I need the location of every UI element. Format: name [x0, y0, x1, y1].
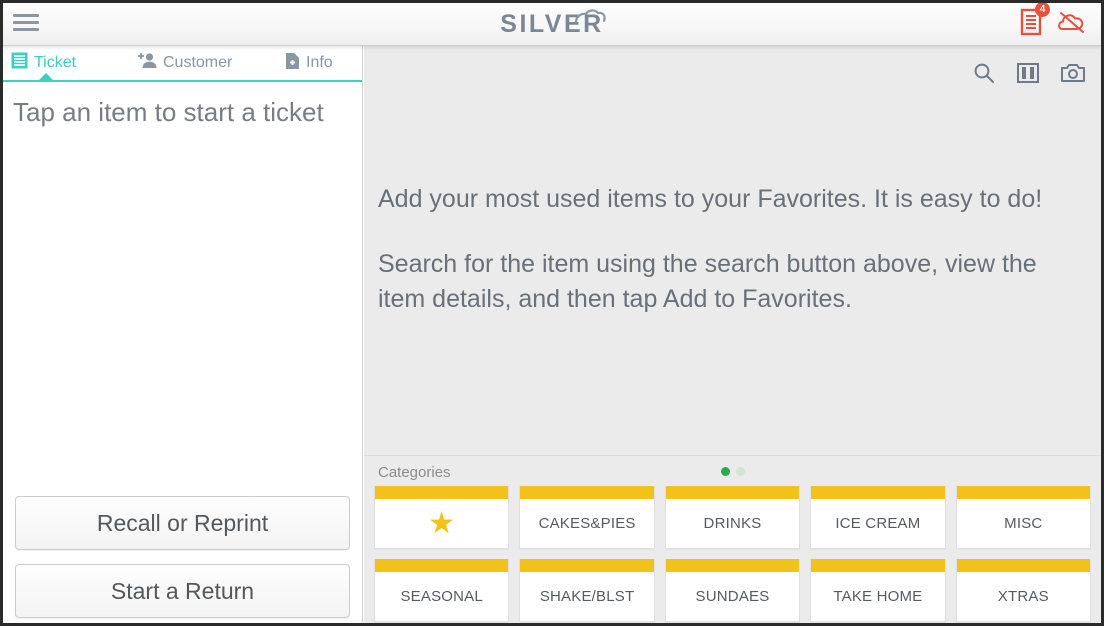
add-person-icon	[137, 52, 157, 74]
category-tile-label: MISC	[1004, 515, 1043, 532]
category-tile-label: SEASONAL	[400, 588, 483, 605]
category-tile-ice-cream[interactable]: ICE CREAM	[810, 486, 946, 549]
app-logo-text: SILVER	[500, 10, 604, 38]
cloud-icon	[573, 8, 607, 29]
category-color-strip	[956, 486, 1090, 499]
category-tile-label: CAKES&PIES	[538, 515, 636, 532]
category-tile-cakes-pies[interactable]: CAKES&PIES	[519, 486, 655, 549]
pos-app-window: SILVER 4 Ticket Customer Info Tap an ite…	[0, 0, 1104, 626]
ticket-empty-hint: Tap an item to start a ticket	[13, 97, 324, 127]
category-tile-label: SHAKE/BLST	[539, 588, 635, 605]
receipt-count-badge: 4	[1035, 3, 1050, 17]
category-color-strip	[811, 559, 945, 572]
tab-info[interactable]: Info	[285, 46, 333, 80]
category-color-strip	[956, 559, 1090, 572]
categories-section: Categories ★ CAKES&PIES DRINKS ICE CREAM…	[364, 455, 1101, 623]
category-tile-shake-blst[interactable]: SHAKE/BLST	[519, 559, 655, 622]
categories-header: Categories	[364, 456, 1101, 486]
category-color-strip	[665, 486, 800, 499]
category-tile-drinks[interactable]: DRINKS	[664, 486, 801, 549]
star-icon: ★	[428, 506, 456, 540]
tab-customer-label: Customer	[163, 54, 233, 71]
recall-or-reprint-button[interactable]: Recall or Reprint	[15, 496, 350, 550]
tab-ticket[interactable]: Ticket	[11, 46, 137, 80]
category-color-strip	[665, 559, 800, 572]
category-tile-label: ICE CREAM	[835, 515, 921, 532]
category-tile-label: DRINKS	[703, 515, 762, 532]
add-document-icon	[285, 52, 300, 75]
category-tile-label: TAKE HOME	[833, 588, 923, 605]
favorites-panel: Add your most used items to your Favorit…	[364, 46, 1101, 623]
category-color-strip	[520, 559, 654, 572]
hamburger-line	[13, 21, 39, 24]
hamburger-line	[13, 28, 39, 31]
pager-dot-2[interactable]	[735, 467, 745, 476]
pager-dot-1[interactable]	[720, 467, 730, 476]
tab-info-label: Info	[306, 54, 333, 71]
camera-icon[interactable]	[1061, 63, 1085, 83]
category-tile-seasonal[interactable]: SEASONAL	[374, 559, 510, 622]
favorites-instructions: Add your most used items to your Favorit…	[378, 182, 1068, 317]
category-color-strip	[375, 486, 509, 499]
categories-grid: ★ CAKES&PIES DRINKS ICE CREAM MISC SEASO…	[374, 486, 1091, 622]
category-tile-label: SUNDAES	[695, 588, 770, 605]
category-tile-sundaes[interactable]: SUNDAES	[664, 559, 801, 622]
app-logo: SILVER	[3, 9, 1101, 39]
category-tile-label: ★	[375, 499, 508, 548]
ticket-panel: Ticket Customer Info Tap an item to star…	[3, 46, 363, 623]
category-color-strip	[520, 486, 654, 499]
category-tile-take-home[interactable]: TAKE HOME	[810, 559, 946, 622]
active-tab-indicator	[37, 73, 55, 82]
hamburger-line	[13, 14, 39, 17]
cloud-offline-icon[interactable]	[1057, 9, 1087, 35]
ticket-actions: Recall or Reprint Start a Return	[15, 496, 350, 618]
start-a-return-button[interactable]: Start a Return	[15, 564, 350, 618]
favorites-toolbar	[973, 62, 1085, 84]
app-header: SILVER 4	[3, 3, 1101, 46]
category-color-strip	[811, 486, 945, 499]
categories-pager[interactable]	[364, 467, 1101, 476]
favorites-instruction-line-2: Search for the item using the search but…	[378, 250, 1037, 313]
tab-ticket-label: Ticket	[34, 54, 77, 71]
columns-view-icon[interactable]	[1017, 63, 1039, 83]
search-icon[interactable]	[973, 62, 995, 84]
category-color-strip	[375, 559, 509, 572]
hamburger-menu-icon[interactable]	[13, 14, 43, 36]
header-actions: 4	[1019, 3, 1087, 37]
favorites-instruction-line-1: Add your most used items to your Favorit…	[378, 185, 1043, 213]
ticket-icon	[11, 52, 28, 74]
category-tile-label: XTRAS	[997, 588, 1049, 605]
category-tile-xtras[interactable]: XTRAS	[955, 559, 1091, 622]
ticket-panel-tabs: Ticket Customer Info	[3, 46, 362, 82]
category-tile-favorites[interactable]: ★	[374, 486, 510, 549]
category-tile-misc[interactable]: MISC	[955, 486, 1091, 549]
receipt-icon[interactable]: 4	[1019, 3, 1050, 37]
tab-customer[interactable]: Customer	[137, 46, 285, 80]
